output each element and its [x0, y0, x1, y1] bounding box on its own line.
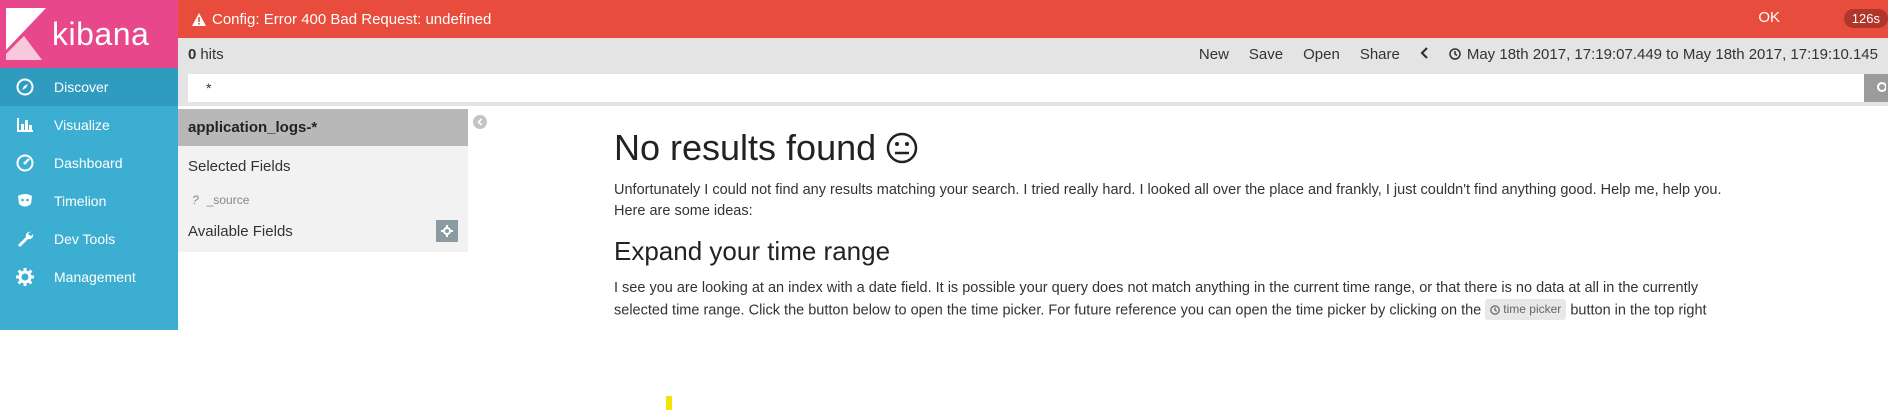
warning-icon [192, 12, 206, 26]
hits-label: hits [200, 45, 224, 63]
text-cursor-marker [666, 396, 672, 410]
main-area: Config: Error 400 Bad Request: undefined… [178, 0, 1888, 412]
sidebar-item-timelion[interactable]: Timelion [0, 182, 178, 220]
sidebar-item-label: Dev Tools [54, 231, 116, 247]
wrench-icon [14, 228, 36, 250]
error-ok-button[interactable]: OK [1758, 9, 1780, 26]
toolbar-actions: New Save Open Share May 18th 2017, 17:19… [1199, 38, 1878, 70]
expand-time-range-title: Expand your time range [614, 236, 891, 266]
clock-icon [1490, 304, 1501, 315]
time-picker-button[interactable]: May 18th 2017, 17:19:07.449 to May 18th … [1449, 46, 1878, 63]
sidebar-item-discover[interactable]: Discover [0, 68, 178, 106]
save-button[interactable]: Save [1249, 46, 1283, 63]
timelion-icon [14, 190, 36, 212]
search-button[interactable] [1864, 74, 1888, 102]
error-message: Config: Error 400 Bad Request: undefined [212, 10, 492, 28]
search-input[interactable] [188, 74, 1873, 102]
sidebar-item-management[interactable]: Management [0, 258, 178, 296]
no-results-heading: No results found [614, 124, 1754, 172]
index-pattern-selector[interactable]: application_logs-* [178, 109, 468, 146]
no-results-panel: No results found Unfortunately I could n… [614, 124, 1754, 322]
sidebar: kibana Discover Visualize Dashboard Time… [0, 0, 178, 330]
time-picker-pill-label: time picker [1503, 302, 1562, 316]
kibana-logo-icon [6, 8, 46, 60]
search-bar [178, 70, 1888, 106]
expand-text-after: button in the top right [1570, 302, 1707, 319]
sidebar-item-label: Visualize [54, 117, 110, 133]
kibana-logo[interactable]: kibana [0, 0, 178, 68]
search-icon [1877, 82, 1886, 92]
field-settings-button[interactable] [436, 220, 458, 242]
expand-time-range-text: I see you are looking at an index with a… [614, 278, 1754, 322]
share-button[interactable]: Share [1360, 46, 1400, 63]
available-fields-row: Available Fields [188, 214, 458, 248]
selected-fields-title: Selected Fields [188, 157, 291, 175]
bar-chart-icon [14, 114, 36, 136]
field-name: _source [206, 193, 250, 207]
open-button[interactable]: Open [1303, 46, 1340, 63]
time-picker-pill: time picker [1485, 299, 1567, 320]
field-panel: application_logs-* Selected Fields ? _so… [178, 109, 468, 252]
sidebar-item-label: Discover [54, 79, 109, 95]
time-range-label: May 18th 2017, 17:19:07.449 to May 18th … [1466, 45, 1878, 63]
sidebar-item-visualize[interactable]: Visualize [0, 106, 178, 144]
error-notification-bar: Config: Error 400 Bad Request: undefined… [178, 0, 1888, 38]
confused-face-icon [886, 132, 918, 164]
discover-toolbar: 0 hits New Save Open Share May 18th 2017… [178, 38, 1888, 70]
field-type-icon: ? [192, 193, 199, 207]
no-results-intro: Unfortunately I could not find any resul… [614, 182, 1722, 219]
gear-icon [14, 266, 36, 288]
sidebar-item-label: Dashboard [54, 155, 123, 171]
compass-icon [14, 76, 36, 98]
new-button[interactable]: New [1199, 46, 1229, 63]
logo-text: kibana [52, 15, 150, 52]
available-fields-title: Available Fields [188, 222, 293, 240]
sidebar-item-label: Timelion [54, 193, 107, 209]
collapse-sidebar-button[interactable] [473, 115, 487, 129]
fields-list: Selected Fields ? _source Available Fiel… [178, 146, 468, 252]
sidebar-item-label: Management [54, 269, 136, 285]
gear-icon [441, 225, 453, 237]
chevron-left-icon[interactable] [1420, 46, 1429, 63]
field-item-source[interactable]: ? _source [188, 186, 458, 214]
hits-count: 0 [188, 45, 197, 63]
sidebar-item-dev-tools[interactable]: Dev Tools [0, 220, 178, 258]
dashboard-icon [14, 152, 36, 174]
error-count-badge: 126s [1843, 9, 1888, 28]
sidebar-item-dashboard[interactable]: Dashboard [0, 144, 178, 182]
clock-icon [1449, 48, 1461, 60]
chevron-left-icon [477, 118, 483, 126]
no-results-title: No results found [614, 127, 877, 168]
